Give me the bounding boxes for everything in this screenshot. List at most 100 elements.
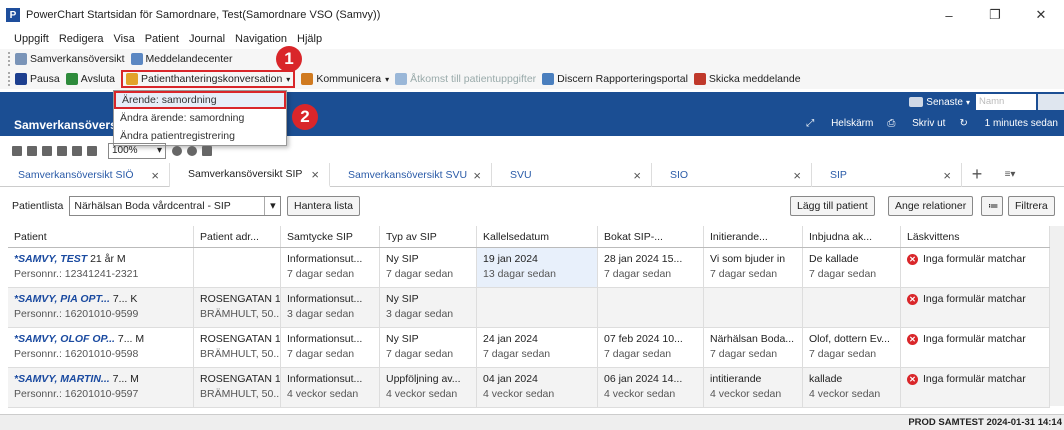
pausa-button[interactable]: Pausa [15, 73, 60, 85]
zoom-select[interactable]: 100% [108, 143, 166, 159]
close-icon[interactable]: × [633, 168, 641, 183]
tab-menu-icon[interactable]: ≡▾ [992, 163, 1028, 186]
tab-samverkansoversikt-sip[interactable]: Samverkansöversikt SIP × [170, 163, 330, 187]
kommunicera-button[interactable]: Kommunicera ▾ [301, 73, 389, 85]
patient-cell[interactable]: *SAMVY, TEST 21 år M Personnr.: 12341241-… [8, 248, 194, 287]
table-row[interactable]: *SAMVY, PIA OPT... 7... K Personnr.: 1620… [8, 288, 1050, 328]
table-row[interactable]: *SAMVY, OLOF OP... 7... M Personnr.: 1620… [8, 328, 1050, 368]
add-tab-button[interactable]: + [962, 163, 992, 186]
cell-value: Inga formulär matchar [923, 253, 1026, 265]
patient-cell[interactable]: *SAMVY, OLOF OP... 7... M Personnr.: 1620… [8, 328, 194, 367]
options-icon[interactable]: ≔ [981, 196, 1003, 216]
patient-name[interactable]: *SAMVY, PIA OPT... [14, 293, 110, 305]
toolbar-top: Samverkansöversikt Meddelandecenter [0, 49, 1064, 69]
menu-item-andra-arende-samordning[interactable]: Ändra ärende: samordning [114, 109, 286, 127]
patient-sex: M [130, 373, 139, 385]
meddelandecenter-label: Meddelandecenter [145, 53, 233, 65]
typ-cell: Ny SIP 3 dagar sedan [380, 288, 477, 327]
laskvittens-cell: ✕ Inga formulär matchar [901, 248, 1050, 287]
patient-pnr: Personnr.: 16201010-9597 [14, 388, 139, 400]
copy-icon[interactable] [57, 146, 67, 156]
column-header[interactable]: Bokat SIP-... [598, 226, 704, 247]
discern-button[interactable]: Discern Rapporteringsportal [542, 73, 688, 85]
menu-item-arende-samordning[interactable]: Ärende: samordning [114, 91, 286, 109]
lagg-till-patient-button[interactable]: Lägg till patient [790, 196, 875, 216]
patient-age: 7... [112, 293, 128, 305]
tab-samverkansoversikt-svu[interactable]: Samverkansöversikt SVU × [330, 163, 492, 187]
menu-journal[interactable]: Journal [189, 33, 225, 45]
close-icon[interactable]: × [473, 168, 481, 183]
document-icon[interactable] [27, 146, 37, 156]
table-row[interactable]: *SAMVY, TEST 21 år M Personnr.: 12341241-… [8, 248, 1050, 288]
avsluta-button[interactable]: Avsluta [65, 73, 116, 85]
close-icon[interactable]: × [943, 168, 951, 183]
meddelandecenter-button[interactable]: Meddelandecenter [130, 53, 233, 65]
menu-navigation[interactable]: Navigation [235, 33, 287, 45]
table-row[interactable]: *SAMVY, MARTIN... 7... M Personnr.: 16201… [8, 368, 1050, 408]
home-icon[interactable] [202, 146, 212, 156]
close-icon[interactable]: × [311, 167, 319, 182]
menu-patient[interactable]: Patient [145, 33, 179, 45]
binoculars-icon[interactable] [12, 146, 22, 156]
senaste-button[interactable]: Senaste ▾ [909, 97, 970, 108]
column-header[interactable]: Patient [8, 226, 194, 247]
close-button[interactable]: ✕ [1018, 0, 1064, 30]
hantera-lista-button[interactable]: Hantera lista [287, 196, 360, 216]
title-bar: P PowerChart Startsidan för Samordnare, … [0, 0, 1064, 30]
column-header[interactable]: Typ av SIP [380, 226, 477, 247]
patient-name[interactable]: *SAMVY, MARTIN... [14, 373, 110, 385]
patient-search-input[interactable]: Namn [976, 94, 1036, 110]
circle-icon[interactable] [172, 146, 182, 156]
close-icon[interactable]: × [151, 168, 159, 183]
circle-icon[interactable] [187, 146, 197, 156]
menu-redigera[interactable]: Redigera [59, 33, 104, 45]
samverkansoversikt-button[interactable]: Samverkansöversikt [15, 53, 125, 65]
tab-sio[interactable]: SIO × [652, 163, 812, 187]
patienthanteringskonversation-button[interactable]: Patienthanteringskonversation ▾ [121, 70, 296, 88]
tab-svu[interactable]: SVU × [492, 163, 652, 187]
tab-sip[interactable]: SIP × [812, 163, 962, 187]
patient-list-select[interactable]: Närhälsan Boda vårdcentral - SIP ▾ [69, 196, 282, 216]
column-header[interactable]: Läskvittens [901, 226, 1050, 247]
menu-uppgift[interactable]: Uppgift [14, 33, 49, 45]
tab-samverkansoversikt-sio[interactable]: Samverkansöversikt SIÖ × [0, 163, 170, 187]
column-header[interactable]: Inbjudna ak... [803, 226, 901, 247]
cell-time: 7 dagar sedan [483, 348, 551, 360]
chevron-down-icon: ▾ [385, 74, 390, 84]
menu-visa[interactable]: Visa [114, 33, 135, 45]
samtycke-cell: Informationsut... 7 dagar sedan [281, 328, 380, 367]
vertical-scrollbar[interactable] [1050, 226, 1064, 406]
cell-value: Inga formulär matchar [923, 373, 1026, 385]
search-icon[interactable] [1038, 94, 1064, 110]
patient-name[interactable]: *SAMVY, TEST [14, 253, 87, 265]
patient-cell[interactable]: *SAMVY, PIA OPT... 7... K Personnr.: 1620… [8, 288, 194, 327]
print-icon[interactable] [42, 146, 52, 156]
atkomst-button[interactable]: Åtkomst till patientuppgifter [395, 73, 536, 85]
column-header[interactable]: Samtycke SIP [281, 226, 380, 247]
column-header[interactable]: Patient adr... [194, 226, 281, 247]
menu-hjalp[interactable]: Hjälp [297, 33, 322, 45]
avsluta-label: Avsluta [80, 73, 116, 85]
helskarm-button[interactable]: ⤢ Helskärm [806, 118, 873, 129]
samtycke-cell: Informationsut... 4 veckor sedan [281, 368, 380, 407]
ange-relationer-button[interactable]: Ange relationer [888, 196, 974, 216]
filtrera-button[interactable]: Filtrera [1008, 196, 1055, 216]
skriv-ut-button[interactable]: ⎙ Skriv ut [887, 118, 945, 129]
refresh-button[interactable]: ↻ 1 minutes sedan [959, 118, 1058, 129]
minimize-button[interactable]: – [926, 0, 972, 30]
close-icon[interactable]: × [793, 168, 801, 183]
zoom-in-icon[interactable] [87, 146, 97, 156]
table-header: Patient Patient adr... Samtycke SIP Typ … [8, 226, 1050, 248]
patient-name[interactable]: *SAMVY, OLOF OP... [14, 333, 115, 345]
toolbar-grip[interactable] [8, 72, 11, 86]
maximize-button[interactable]: ❐ [972, 0, 1018, 30]
tab-label: SVU [510, 169, 532, 181]
zoom-out-icon[interactable] [72, 146, 82, 156]
cell-value: Informationsut... [287, 333, 363, 345]
column-header[interactable]: Initierande... [704, 226, 803, 247]
toolbar-grip[interactable] [8, 52, 11, 66]
patient-cell[interactable]: *SAMVY, MARTIN... 7... M Personnr.: 16201… [8, 368, 194, 407]
column-header[interactable]: Kallelsedatum [477, 226, 598, 247]
pause-icon [15, 73, 27, 85]
skicka-meddelande-button[interactable]: Skicka meddelande [693, 73, 801, 85]
